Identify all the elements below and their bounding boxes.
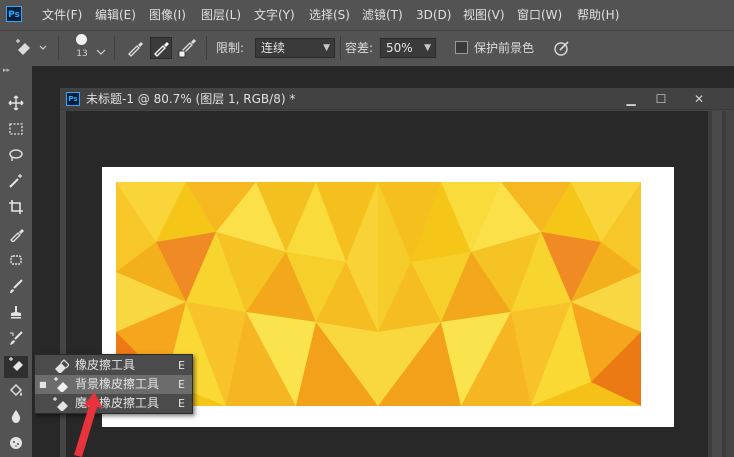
minimize-button[interactable]: ▁ <box>620 91 642 107</box>
menu-window[interactable]: 窗口(W) <box>517 0 562 30</box>
sampling-once-button[interactable] <box>150 37 172 59</box>
maximize-button[interactable]: ☐ <box>650 91 672 107</box>
shortcut-key: E <box>178 397 185 410</box>
menu-image[interactable]: 图像(I) <box>149 0 186 30</box>
menu-filter[interactable]: 滤镜(T) <box>362 0 403 30</box>
pen-pressure-icon <box>554 41 569 56</box>
selected-indicator-icon: ■ <box>39 380 47 389</box>
eyedropper-continuous-icon <box>128 42 143 57</box>
protect-foreground-label: 保护前景色 <box>474 41 535 55</box>
brush-icon <box>10 279 23 293</box>
crop-icon <box>9 200 23 214</box>
clone-stamp-tool[interactable] <box>4 304 28 326</box>
paint-bucket-tool[interactable] <box>4 382 28 404</box>
marquee-icon <box>9 123 23 135</box>
lasso-tool[interactable] <box>4 147 28 169</box>
stamp-icon <box>11 306 21 319</box>
flyout-label: 橡皮擦工具 <box>75 358 136 372</box>
separator <box>114 36 115 60</box>
tool-preset-picker[interactable] <box>14 38 47 58</box>
separator <box>340 36 341 60</box>
eyedropper-once-icon <box>154 42 169 57</box>
eraser-icon <box>55 359 69 373</box>
move-tool[interactable] <box>4 95 28 117</box>
eraser-tool[interactable] <box>4 356 28 378</box>
menu-edit[interactable]: 编辑(E) <box>95 0 136 30</box>
marquee-tool[interactable] <box>4 121 28 143</box>
collapse-icon[interactable]: ▸▸ <box>3 66 15 74</box>
shortcut-key: E <box>178 359 185 372</box>
tolerance-input[interactable]: 50% ▼ <box>380 38 436 58</box>
lasso-icon <box>9 149 23 161</box>
background-eraser-icon <box>54 377 68 392</box>
maximize-icon: ☐ <box>655 92 667 106</box>
menu-select[interactable]: 选择(S) <box>309 0 350 30</box>
shortcut-key: E <box>178 378 185 391</box>
brush-picker[interactable]: 13 <box>72 34 92 64</box>
separator <box>206 36 207 60</box>
low-poly-yellow-artwork <box>116 182 641 406</box>
magic-eraser-icon <box>53 397 68 411</box>
limit-value: 连续 <box>261 41 286 55</box>
sponge-icon <box>10 437 22 449</box>
menu-layer[interactable]: 图层(L) <box>201 0 241 30</box>
menu-type[interactable]: 文字(Y) <box>254 0 295 30</box>
minimize-icon: ▁ <box>626 92 636 106</box>
eyedropper-swatch-icon <box>178 39 196 58</box>
background-eraser-icon <box>16 39 47 55</box>
bandage-icon <box>10 255 22 265</box>
blur-tool[interactable] <box>4 408 28 430</box>
document-title: 未标题-1 @ 80.7% (图层 1, RGB/8) * <box>86 92 296 106</box>
close-button[interactable]: ✕ <box>688 91 710 107</box>
crop-tool[interactable] <box>4 199 28 221</box>
brush-tool[interactable] <box>4 278 28 300</box>
flyout-item-eraser[interactable]: 橡皮擦工具 E <box>35 356 192 375</box>
chevron-down-icon: ▼ <box>323 43 330 53</box>
separator <box>58 36 59 60</box>
magic-wand-icon <box>9 174 22 188</box>
history-brush-icon <box>10 331 23 345</box>
tolerance-value: 50% <box>386 41 413 55</box>
history-brush-tool[interactable] <box>4 330 28 352</box>
chevron-down-icon: ▼ <box>424 43 431 53</box>
healing-tool[interactable] <box>4 252 28 274</box>
tolerance-label: 容差: <box>345 41 374 55</box>
photoshop-logo: Ps <box>6 6 22 22</box>
brush-size: 13 <box>76 49 88 59</box>
pressure-size-button[interactable] <box>552 38 572 58</box>
eyedropper-tool[interactable] <box>4 226 28 248</box>
limit-select[interactable]: 连续 ▼ <box>255 38 335 58</box>
protect-foreground-checkbox[interactable] <box>455 41 468 54</box>
sampling-background-swatch-button[interactable] <box>176 37 198 59</box>
menu-file[interactable]: 文件(F) <box>42 0 82 30</box>
paint-bucket-icon <box>10 384 22 396</box>
annotation-arrow <box>74 392 103 457</box>
flyout-item-background-eraser[interactable]: ■ 背景橡皮擦工具 E <box>35 375 192 394</box>
flyout-item-magic-eraser[interactable]: 魔术橡皮擦工具 E <box>35 394 192 413</box>
sampling-continuous-button[interactable] <box>124 37 146 59</box>
chevron-down-icon[interactable] <box>96 42 106 55</box>
menu-3d[interactable]: 3D(D) <box>416 0 451 30</box>
menu-view[interactable]: 视图(V) <box>463 0 505 30</box>
sponge-tool[interactable] <box>4 434 28 456</box>
document-ps-icon: Ps <box>66 92 80 106</box>
background-eraser-icon <box>9 357 23 371</box>
menu-help[interactable]: 帮助(H) <box>577 0 619 30</box>
magic-wand-tool[interactable] <box>4 173 28 195</box>
drop-icon <box>11 410 21 423</box>
brush-tip-icon <box>76 34 87 45</box>
scrollbar-track[interactable] <box>712 111 722 457</box>
eyedropper-icon <box>10 229 24 243</box>
close-icon: ✕ <box>693 92 705 106</box>
limit-label: 限制: <box>216 41 245 55</box>
move-icon <box>8 95 24 111</box>
